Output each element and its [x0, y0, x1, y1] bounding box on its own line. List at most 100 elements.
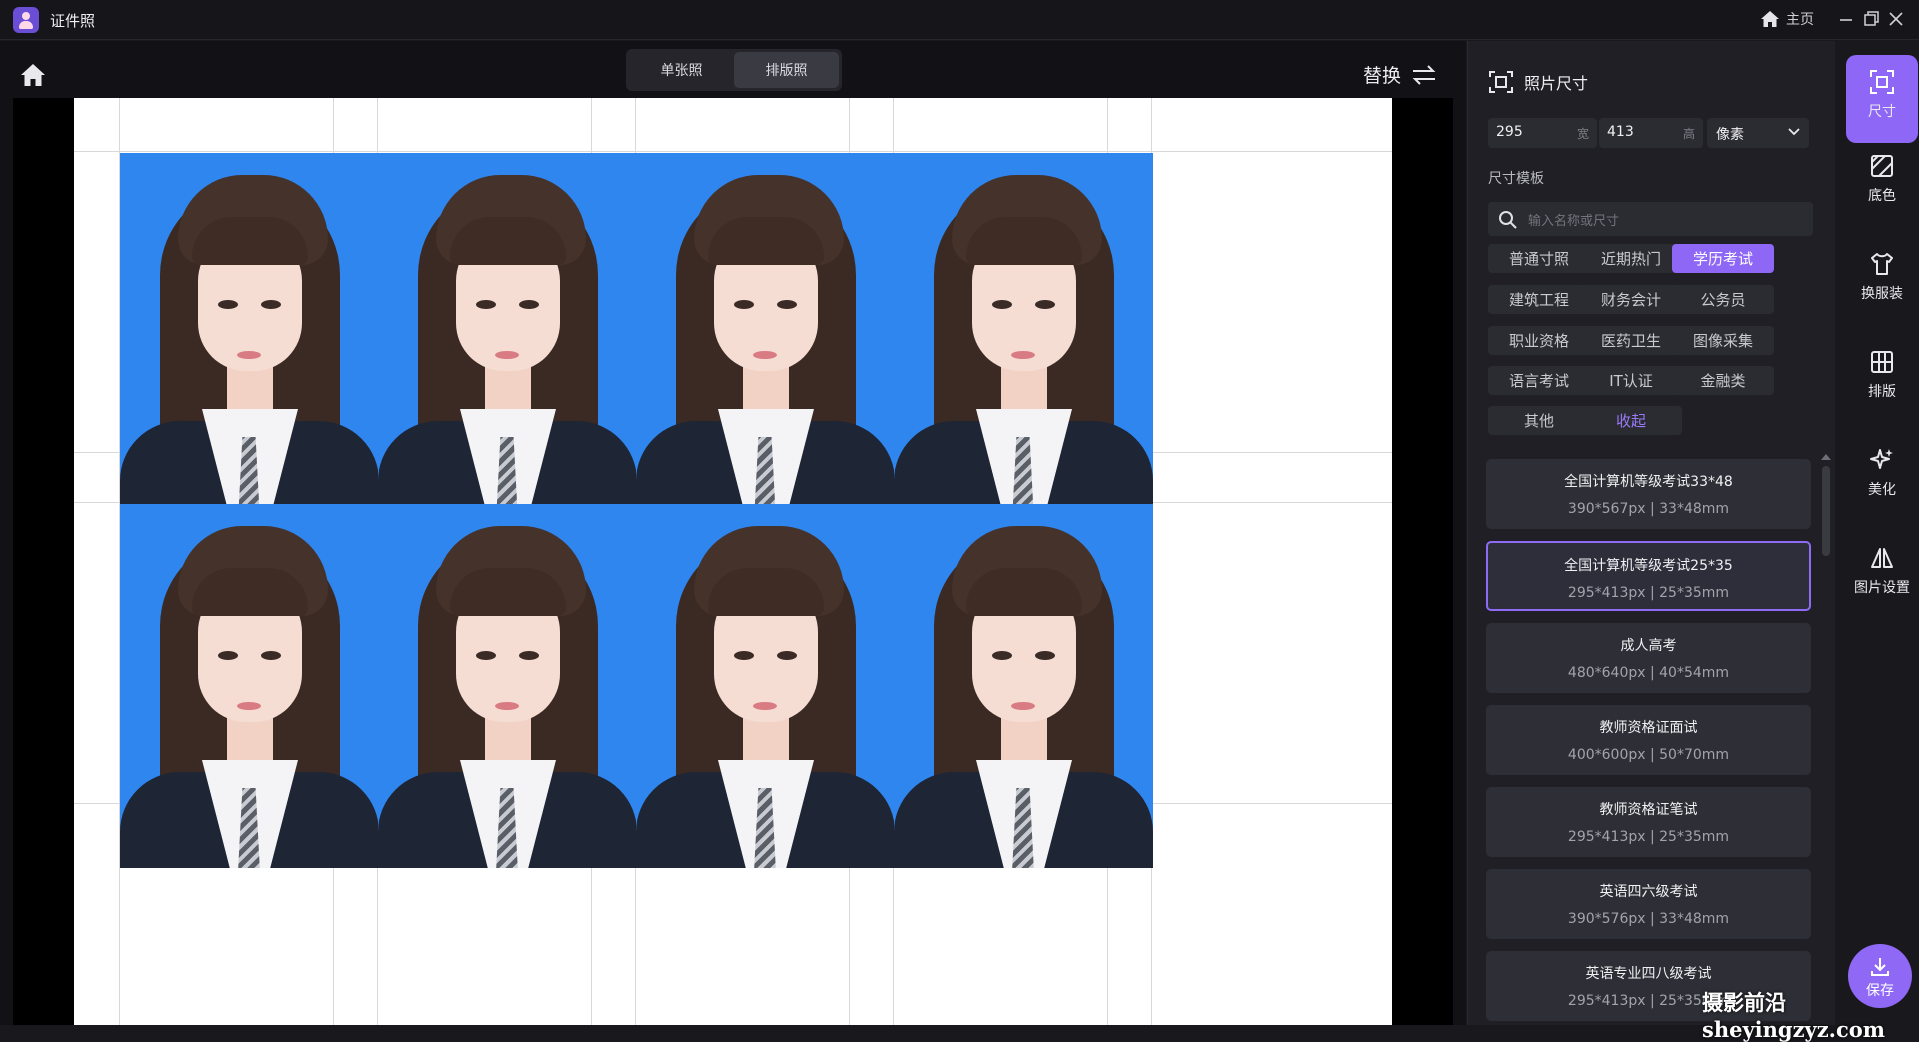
tool-label: 美化 [1868, 482, 1896, 498]
download-icon [1871, 958, 1889, 976]
id-photo [120, 153, 379, 517]
panel-header: 照片尺寸 [1488, 70, 1588, 94]
template-search-input[interactable]: 输入名称或尺寸 [1488, 202, 1813, 236]
template-card-name: 教师资格证面试 [1599, 720, 1698, 736]
restore-icon[interactable] [1860, 8, 1882, 30]
width-unit: 宽 [1576, 127, 1589, 141]
unit-select-value: 像素 [1716, 127, 1744, 143]
template-card-name: 全国计算机等级考试25*35 [1564, 558, 1733, 574]
tool-shirt[interactable]: 换服装 [1846, 237, 1918, 325]
view-mode-tabs: 单张照 排版照 [626, 49, 842, 91]
title-bar: 证件照 主页 [0, 0, 1919, 40]
layout-sheet [74, 98, 1392, 1025]
home-nav-button[interactable]: 主页 [1760, 9, 1814, 29]
template-list-scrollbar[interactable] [1822, 466, 1830, 556]
template-card[interactable]: 教师资格证面试 400*600px | 50*70mm [1486, 705, 1811, 775]
height-value: 413 [1607, 124, 1634, 140]
shirt-icon [1871, 253, 1893, 275]
template-card-name: 全国计算机等级考试33*48 [1564, 474, 1733, 490]
template-card[interactable]: 成人高考 480*640px | 40*54mm [1486, 623, 1811, 693]
template-list: 全国计算机等级考试33*48 390*567px | 33*48mm 全国计算机等级… [1486, 459, 1813, 1025]
template-card-spec: 390*576px | 33*48mm [1567, 911, 1730, 927]
category-chip[interactable]: 语言考试 [1488, 366, 1590, 395]
tool-mirror[interactable]: 图片设置 [1846, 531, 1918, 619]
mirror-icon [1871, 548, 1893, 568]
collapse-chips-button[interactable]: 收起 [1580, 406, 1682, 435]
category-chip[interactable]: 财务会计 [1580, 285, 1682, 314]
height-input[interactable]: 413 高 [1599, 118, 1703, 148]
scroll-up-arrow[interactable] [1821, 454, 1831, 460]
category-chip[interactable]: 金融类 [1672, 366, 1774, 395]
cut-guide-line [74, 151, 1392, 152]
category-chip[interactable]: 图像采集 [1672, 326, 1774, 355]
tool-grid[interactable]: 排版 [1846, 335, 1918, 423]
template-card[interactable]: 英语四六级考试 390*576px | 33*48mm [1486, 869, 1811, 939]
workspace: 单张照 排版照 替换 [0, 41, 1466, 1025]
template-card[interactable]: 全国计算机等级考试25*35 295*413px | 25*35mm [1486, 541, 1811, 611]
id-photo [636, 153, 895, 517]
id-photo [120, 504, 379, 868]
id-photo [378, 504, 637, 868]
panel-title: 照片尺寸 [1524, 74, 1589, 93]
watermark-text: 摄影前沿 sheyingzyz.com [1702, 990, 1885, 1042]
tool-label: 图片设置 [1854, 580, 1910, 596]
tab-layout-photo[interactable]: 排版照 [734, 52, 839, 88]
template-card-spec: 295*413px | 25*35mm [1567, 829, 1730, 845]
category-chip[interactable]: 近期热门 [1580, 244, 1682, 273]
tool-label: 换服装 [1861, 286, 1903, 302]
category-chip[interactable]: 其他 [1488, 406, 1590, 435]
home-nav-label: 主页 [1786, 12, 1814, 28]
canvas-area [13, 98, 1453, 1025]
template-card-spec: 400*600px | 50*70mm [1567, 747, 1730, 763]
id-photo [894, 153, 1153, 517]
height-unit: 高 [1682, 127, 1695, 141]
app-logo-icon [13, 7, 39, 33]
background-color-icon [1871, 155, 1893, 177]
tool-crop-frame[interactable]: 尺寸 [1846, 55, 1918, 143]
category-chip[interactable]: 职业资格 [1488, 326, 1590, 355]
tool-background-color[interactable]: 底色 [1846, 139, 1918, 227]
templates-label: 尺寸模板 [1488, 171, 1544, 187]
template-card-name: 英语四六级考试 [1599, 884, 1698, 900]
width-value: 295 [1496, 124, 1523, 140]
category-chip[interactable]: 学历考试 [1672, 244, 1774, 273]
close-icon[interactable] [1885, 8, 1907, 30]
crop-frame-icon [1870, 70, 1894, 94]
home-icon [1761, 11, 1779, 27]
id-photo [894, 504, 1153, 868]
template-card[interactable]: 教师资格证笔试 295*413px | 25*35mm [1486, 787, 1811, 857]
template-card-spec: 390*567px | 33*48mm [1567, 501, 1730, 517]
tool-label: 排版 [1868, 384, 1896, 400]
minimize-icon[interactable] [1835, 8, 1857, 30]
search-placeholder: 输入名称或尺寸 [1528, 214, 1620, 229]
id-photo [378, 153, 637, 517]
chevron-down-icon [1788, 128, 1800, 136]
category-chip[interactable]: 普通寸照 [1488, 244, 1590, 273]
template-card-name: 教师资格证笔试 [1599, 802, 1698, 818]
id-photo [636, 504, 895, 868]
settings-panel: 照片尺寸 295 宽 413 高 像素 尺寸模板 输入名称或尺寸 普通寸照 近期热… [1467, 41, 1835, 1025]
category-chip[interactable]: 建筑工程 [1488, 285, 1590, 314]
replace-button[interactable]: 替换 [1363, 61, 1437, 88]
width-input[interactable]: 295 宽 [1488, 118, 1597, 148]
tab-single-photo[interactable]: 单张照 [629, 52, 734, 88]
tool-label: 底色 [1868, 188, 1896, 204]
home-icon[interactable] [20, 63, 46, 87]
crop-frame-icon [1489, 71, 1513, 93]
category-chip[interactable]: 公务员 [1672, 285, 1774, 314]
template-card[interactable]: 全国计算机等级考试33*48 390*567px | 33*48mm [1486, 459, 1811, 529]
tool-label: 尺寸 [1868, 104, 1896, 120]
tool-sparkle[interactable]: 美化 [1846, 433, 1918, 521]
category-chip[interactable]: 医药卫生 [1580, 326, 1682, 355]
search-icon [1499, 211, 1517, 229]
unit-select[interactable]: 像素 [1707, 118, 1809, 148]
sparkle-icon [1870, 449, 1893, 469]
template-card-spec: 295*413px | 25*35mm [1567, 585, 1730, 601]
grid-icon [1871, 351, 1893, 373]
template-card-name: 英语专业四八级考试 [1585, 966, 1712, 982]
swap-arrows-icon [1412, 64, 1436, 85]
replace-label: 替换 [1363, 65, 1402, 87]
app-title: 证件照 [50, 12, 96, 30]
category-chip[interactable]: IT认证 [1580, 366, 1682, 395]
template-card-name: 成人高考 [1620, 638, 1677, 654]
